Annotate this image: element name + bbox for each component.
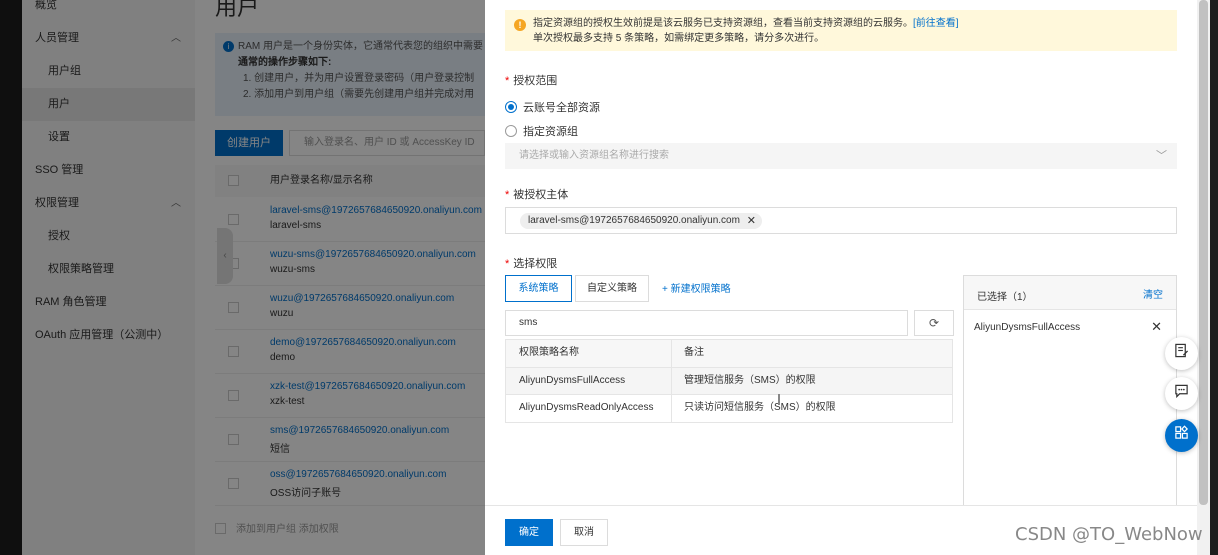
radio-checked-icon[interactable] xyxy=(505,101,517,113)
principal-tag: laravel-sms@1972657684650920.onaliyun.co… xyxy=(520,213,762,229)
close-icon[interactable]: ✕ xyxy=(1151,319,1162,335)
modal-overlay[interactable] xyxy=(0,0,485,555)
tab-custom-policy[interactable]: 自定义策略 xyxy=(575,275,649,302)
refresh-button[interactable]: ⟳ xyxy=(914,310,954,336)
policy-search-input[interactable]: sms xyxy=(505,310,908,336)
selected-count: 已选择（1） xyxy=(977,292,1033,303)
policy-note: 管理短信服务（SMS）的权限 xyxy=(684,375,816,386)
cancel-button[interactable]: 取消 xyxy=(560,519,608,546)
select-placeholder: 请选择或输入资源组名称进行搜索 xyxy=(519,150,669,161)
principal-field[interactable]: laravel-sms@1972657684650920.onaliyun.co… xyxy=(505,207,1177,234)
column-header: 权限策略名称 xyxy=(506,340,672,367)
radio-scope-all[interactable]: 云账号全部资源 xyxy=(505,99,600,115)
principal-label: * 被授权主体 xyxy=(505,189,569,201)
chat-icon[interactable] xyxy=(1165,377,1198,410)
policy-row[interactable]: AliyunDysmsReadOnlyAccess 只读访问短信服务（SMS）的… xyxy=(506,395,952,422)
notice-line: 单次授权最多支持 5 条策略，如需绑定更多策略，请分多次进行。 xyxy=(533,33,825,44)
scrollbar-thumb[interactable] xyxy=(1199,0,1208,505)
grant-permission-drawer: ! 指定资源组的授权生效前提是该云服务已支持资源组，查看当前支持资源组的云服务。… xyxy=(485,0,1197,555)
view-supported-services-link[interactable]: [前往查看] xyxy=(913,18,959,29)
policy-note: 只读访问短信服务（SMS）的权限 xyxy=(684,402,836,413)
selected-policies-panel: 已选择（1） 清空 AliyunDysmsFullAccess ✕ xyxy=(963,275,1177,507)
notice-line: 指定资源组的授权生效前提是该云服务已支持资源组，查看当前支持资源组的云服务。 xyxy=(533,18,913,29)
new-policy-link[interactable]: + 新建权限策略 xyxy=(662,280,731,295)
radio-scope-group[interactable]: 指定资源组 xyxy=(505,123,578,139)
radio-label: 云账号全部资源 xyxy=(523,102,600,114)
column-header: 备注 xyxy=(684,347,704,358)
policy-name: AliyunDysmsReadOnlyAccess xyxy=(506,395,672,422)
selected-policy-item: AliyunDysmsFullAccess xyxy=(974,322,1081,333)
confirm-button[interactable]: 确定 xyxy=(505,519,553,546)
warning-icon: ! xyxy=(514,19,526,31)
principal-tag-label: laravel-sms@1972657684650920.onaliyun.co… xyxy=(528,215,740,226)
clear-selection-link[interactable]: 清空 xyxy=(1143,286,1163,301)
tab-system-policy[interactable]: 系统策略 xyxy=(505,275,572,302)
scope-label: * 授权范围 xyxy=(505,75,558,87)
watermark: CSDN @TO_WebNow xyxy=(1015,524,1203,545)
apps-icon[interactable] xyxy=(1165,419,1198,452)
refresh-icon: ⟳ xyxy=(928,316,940,330)
text-cursor-icon xyxy=(778,394,780,405)
resource-group-select[interactable]: 请选择或输入资源组名称进行搜索 ﹀ xyxy=(505,143,1177,169)
policy-name: AliyunDysmsFullAccess xyxy=(506,368,672,394)
resource-group-notice: ! 指定资源组的授权生效前提是该云服务已支持资源组，查看当前支持资源组的云服务。… xyxy=(505,10,1177,51)
radio-unchecked-icon[interactable] xyxy=(505,125,517,137)
selected-panel-header: 已选择（1） 清空 xyxy=(964,276,1176,310)
close-icon[interactable]: ✕ xyxy=(747,213,756,229)
policy-table: 权限策略名称 备注 AliyunDysmsFullAccess 管理短信服务（S… xyxy=(505,339,953,423)
policy-row[interactable]: AliyunDysmsFullAccess 管理短信服务（SMS）的权限 xyxy=(506,368,952,395)
chevron-down-icon: ﹀ xyxy=(1156,150,1167,162)
radio-label: 指定资源组 xyxy=(523,126,578,138)
notes-icon[interactable] xyxy=(1165,337,1198,370)
permissions-label: * 选择权限 xyxy=(505,258,558,270)
policy-table-header: 权限策略名称 备注 xyxy=(506,340,952,368)
